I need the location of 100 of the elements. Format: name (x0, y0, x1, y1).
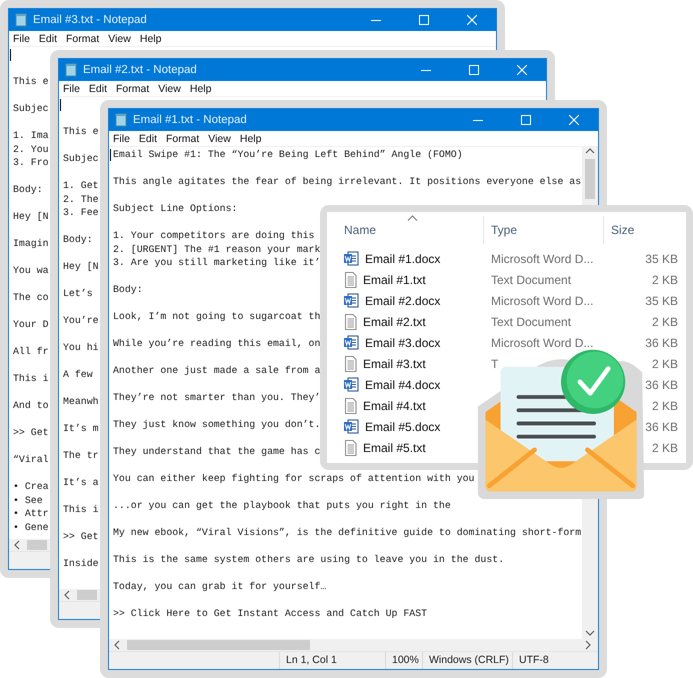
text-line: Let’s (63, 287, 93, 300)
status-text: 100% (385, 652, 422, 669)
window-title: Email #3.txt - Notepad (33, 14, 148, 26)
menu-item[interactable]: View (208, 132, 231, 144)
text-document-icon (344, 314, 357, 330)
menu-item[interactable]: Help (140, 32, 162, 44)
text-line: 1. Get (63, 179, 99, 192)
file-name[interactable]: Email #1.docx (365, 252, 440, 266)
maximize-icon (521, 115, 531, 125)
scroll-thumb[interactable] (77, 590, 97, 600)
status-text: Windows (CRLF) (422, 652, 512, 669)
menu-item[interactable]: Help (190, 82, 212, 94)
menu-item[interactable]: File (13, 32, 30, 44)
text-line: Imagin (13, 237, 49, 250)
text-cursor (110, 149, 111, 161)
text-line: The co (13, 291, 49, 304)
file-type: Microsoft Word D... (490, 252, 594, 266)
file-name[interactable]: Email #1.txt (363, 272, 426, 286)
file-name[interactable]: Email #3.docx (365, 336, 440, 350)
text-line: It’s a (63, 476, 99, 490)
text-line: 3. Fee (63, 206, 99, 220)
scroll-thumb[interactable] (585, 159, 595, 199)
text-line: You wa (13, 264, 49, 278)
text-line: They understand that the game has c (113, 445, 320, 458)
text-line: This i (13, 372, 49, 386)
text-document-icon (344, 440, 357, 456)
window-title: Email #2.txt - Notepad (83, 64, 198, 76)
text-line: This is the same system others are using to leave you in the dust. (113, 553, 504, 566)
text-line: It’s m (63, 422, 99, 436)
file-size: 36 KB (644, 336, 679, 350)
menu-item[interactable]: Help (240, 132, 262, 144)
text-line: >> Get (13, 426, 49, 440)
horizontal-scrollbar[interactable] (109, 639, 598, 651)
file-size: 35 KB (644, 294, 679, 308)
menu-item[interactable]: Edit (138, 132, 158, 144)
text-document-icon (344, 398, 357, 414)
text-line: ...or you can get the playbook that puts you right in the (113, 499, 451, 512)
text-line: You can either keep fighting for scraps of attention with you (113, 472, 474, 486)
file-name[interactable]: Email #5.docx (365, 420, 440, 434)
text-line: 2. [URGENT] The #1 reason your mark (113, 242, 320, 256)
menu-item[interactable]: Format (66, 32, 100, 44)
menu-item[interactable]: View (108, 32, 131, 44)
menu-item[interactable]: Edit (88, 82, 108, 94)
text-line: This e (63, 125, 99, 138)
scroll-thumb[interactable] (127, 640, 310, 650)
status-text: Ln 1, Col 1 (279, 652, 385, 669)
text-line: Today, you can grab it for yourself… (113, 580, 326, 594)
text-line: >> Get (63, 530, 99, 544)
menu-item[interactable]: Format (166, 132, 200, 144)
file-name[interactable]: Email #4.txt (363, 398, 426, 412)
text-line: Your D (13, 318, 49, 332)
file-size: 36 KB (644, 378, 679, 392)
scroll-thumb[interactable] (27, 540, 47, 550)
file-size: 2 KB (650, 272, 679, 286)
file-name[interactable]: Email #4.docx (365, 378, 440, 392)
menu-item[interactable]: File (113, 132, 130, 144)
text-line: Hey [N (13, 210, 49, 224)
file-name[interactable]: Email #3.txt (363, 356, 426, 370)
text-line: Subject Line Options: (113, 202, 238, 216)
text-line: Subjec (63, 152, 99, 166)
text-line: My new ebook, “Viral Visions”, is the definitive guide to dominating short-form (113, 526, 582, 540)
file-name[interactable]: Email #2.txt (363, 314, 426, 328)
text-line: 1. Your competitors are doing this (113, 229, 314, 242)
text-line: This i (63, 503, 99, 516)
window-title: Email #1.txt - Notepad (133, 114, 248, 126)
text-line: You’re (63, 314, 99, 328)
file-name[interactable]: Email #5.txt (363, 440, 426, 454)
text-line: Inside (63, 557, 99, 570)
menu-item[interactable]: View (158, 82, 181, 94)
word-document-icon (344, 251, 359, 266)
text-cursor (10, 49, 11, 61)
file-size: 2 KB (650, 440, 679, 454)
file-type: T (490, 356, 500, 370)
text-line: • See (13, 494, 43, 507)
menu-item[interactable]: Format (116, 82, 150, 94)
text-line: Another one just made a sale from a (113, 364, 320, 378)
text-line: And to (13, 399, 49, 412)
menu-item[interactable]: Edit (38, 32, 58, 44)
text-line: The tr (63, 449, 99, 462)
text-line: Email Swipe #1: The “You’re Being Left Behind” Angle (FOMO) (113, 148, 463, 162)
file-size: 2 KB (650, 314, 679, 328)
text-line: 3. Fro (13, 156, 49, 170)
text-line: • Crea (13, 480, 49, 494)
notepad-icon (65, 63, 77, 77)
file-size: 2 KB (650, 356, 679, 370)
column-header[interactable]: Type (484, 216, 604, 244)
text-line: 2. You (13, 142, 49, 156)
text-line: “Viral (13, 453, 49, 466)
notepad-icon (15, 13, 27, 27)
column-header[interactable]: Name (327, 216, 484, 244)
text-line: This e (13, 75, 49, 88)
text-line: • Gene (13, 520, 49, 534)
maximize-icon (419, 15, 429, 25)
file-size: 2 KB (650, 398, 679, 412)
close-icon (569, 115, 579, 125)
column-header[interactable]: Size (604, 216, 686, 244)
menu-item[interactable]: File (63, 82, 80, 94)
file-name[interactable]: Email #2.docx (365, 294, 440, 308)
notepad-icon (115, 113, 127, 127)
word-document-icon (344, 293, 359, 308)
